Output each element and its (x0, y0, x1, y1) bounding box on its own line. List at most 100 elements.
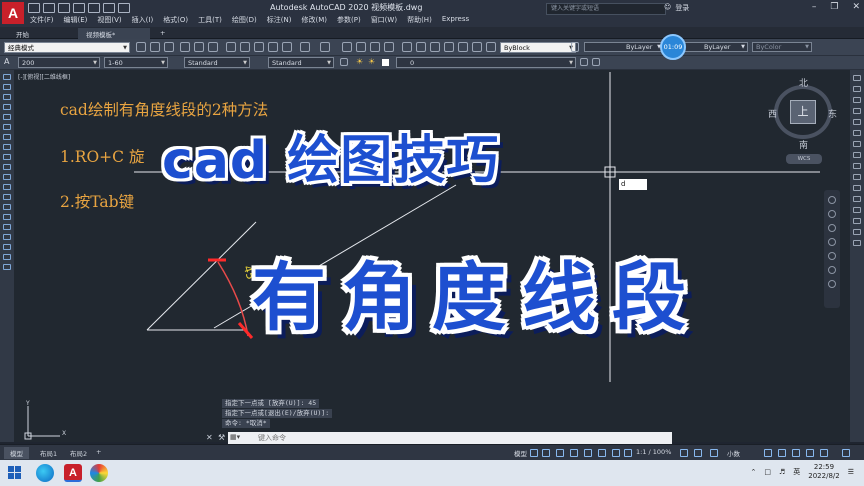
erase-icon[interactable] (853, 75, 861, 81)
annotation-scale[interactable]: 1:1 / 100% (636, 448, 671, 456)
region-icon[interactable] (3, 234, 11, 240)
showmotion-icon[interactable] (828, 252, 836, 260)
linetype-dropdown[interactable]: ByLayer▼ (584, 42, 664, 52)
redo-icon[interactable] (118, 3, 130, 13)
tool-palettes-icon[interactable] (430, 42, 440, 52)
publish-icon[interactable] (208, 42, 218, 52)
revision-cloud-icon[interactable] (3, 144, 11, 150)
break-icon[interactable] (853, 196, 861, 202)
minimize-icon[interactable]: – (812, 2, 817, 12)
ortho-icon[interactable] (556, 449, 564, 457)
menu-express[interactable]: Express (442, 15, 469, 25)
copy-icon[interactable] (240, 42, 250, 52)
units-display[interactable]: 小数 (727, 448, 740, 458)
menu-help[interactable]: 帮助(H) (407, 15, 432, 25)
make-block-icon[interactable] (3, 194, 11, 200)
customization-menu-icon[interactable] (842, 449, 850, 457)
zoom-previous-icon[interactable] (384, 42, 394, 52)
polygon-icon[interactable] (3, 104, 11, 110)
dim-scale-dropdown[interactable]: 1-60 ▼ (104, 57, 168, 68)
text-style-icon[interactable]: A (4, 57, 9, 66)
lineweight-icon[interactable] (612, 449, 620, 457)
selection-cycling-icon[interactable] (624, 449, 632, 457)
print-icon[interactable] (180, 42, 190, 52)
annotation-scale-dropdown[interactable]: 200 ▼ (18, 57, 100, 68)
open-icon[interactable] (150, 42, 160, 52)
paste-icon[interactable] (254, 42, 264, 52)
notifications-icon[interactable]: ☰ (848, 468, 854, 476)
stretch-icon[interactable] (853, 163, 861, 169)
volume-icon[interactable]: ♬ (779, 468, 785, 476)
snap-icon[interactable] (542, 449, 550, 457)
menu-window[interactable]: 窗口(W) (371, 15, 397, 25)
move-icon[interactable] (853, 130, 861, 136)
rotate-icon[interactable] (853, 141, 861, 147)
pan-icon[interactable] (342, 42, 352, 52)
pan-icon[interactable] (828, 210, 836, 218)
add-tab-button[interactable]: + (152, 28, 173, 39)
chamfer-icon[interactable] (853, 218, 861, 224)
layer-lock-icon[interactable]: ☀ (368, 57, 375, 66)
autocad-taskbar-icon[interactable]: A (64, 464, 82, 482)
scale-icon[interactable] (853, 152, 861, 158)
zoom-extents-icon[interactable] (828, 224, 836, 232)
print-icon[interactable] (88, 3, 100, 13)
rectangle-icon[interactable] (3, 114, 11, 120)
compass-east[interactable]: 东 (828, 107, 837, 120)
screen-recorder-icon[interactable] (90, 464, 108, 482)
tab-drawing[interactable]: 视频模板* (78, 28, 150, 39)
network-icon[interactable]: □ (764, 468, 771, 476)
quickcalc-icon[interactable] (472, 42, 482, 52)
zoom-window-icon[interactable] (370, 42, 380, 52)
navbar-settings-icon[interactable] (828, 266, 836, 274)
restore-icon[interactable]: ❐ (830, 2, 838, 12)
layer-color-icon[interactable] (382, 59, 389, 66)
menu-file[interactable]: 文件(F) (30, 15, 54, 25)
layer-dropdown[interactable]: 0 ▼ (396, 57, 576, 68)
tab-start[interactable]: 开始 (8, 28, 37, 39)
steering-wheel-icon[interactable] (828, 196, 836, 204)
multiline-text-icon[interactable] (3, 254, 11, 260)
ellipse-icon[interactable] (3, 164, 11, 170)
orbit-icon[interactable] (828, 238, 836, 246)
osnap-icon[interactable] (584, 449, 592, 457)
block-editor-icon[interactable] (282, 42, 292, 52)
hatch-icon[interactable] (3, 214, 11, 220)
make-current-icon[interactable] (580, 58, 588, 66)
undo-icon[interactable] (300, 42, 310, 52)
close-icon[interactable]: ✕ (852, 2, 860, 12)
spline-icon[interactable] (3, 154, 11, 160)
viewcube[interactable]: 北 南 东 西 上 WCS (766, 76, 842, 174)
new-icon[interactable] (136, 42, 146, 52)
trim-icon[interactable] (853, 174, 861, 180)
menu-dimension[interactable]: 标注(N) (267, 15, 292, 25)
edge-browser-icon[interactable] (36, 464, 54, 482)
command-prompt-icon[interactable]: ▦▾ (230, 433, 240, 441)
command-input[interactable] (258, 432, 658, 444)
ime-indicator[interactable]: 英 (793, 467, 800, 477)
plot-style-dropdown[interactable]: ByColor ▼ (752, 42, 812, 52)
save-icon[interactable] (58, 3, 70, 13)
save-as-icon[interactable] (73, 3, 85, 13)
customize-icon[interactable]: ⚒ (218, 433, 225, 442)
menu-draw[interactable]: 绘图(D) (232, 15, 257, 25)
cut-icon[interactable] (226, 42, 236, 52)
tab-layout1[interactable]: 布局1 (40, 448, 57, 458)
quick-properties-icon[interactable] (764, 449, 772, 457)
add-selected-icon[interactable] (3, 264, 11, 270)
tab-layout2[interactable]: 布局2 (70, 448, 87, 458)
match-properties-icon[interactable] (268, 42, 278, 52)
workspace-switch-icon[interactable] (710, 449, 718, 457)
add-scale-icon[interactable] (694, 449, 702, 457)
properties-icon[interactable] (402, 42, 412, 52)
dim-style-dropdown[interactable]: Standard ▼ (268, 57, 334, 68)
sheet-set-icon[interactable] (444, 42, 454, 52)
mirror-icon[interactable] (853, 97, 861, 103)
redo-icon[interactable] (320, 42, 330, 52)
save-icon[interactable] (164, 42, 174, 52)
user-icon[interactable]: ☺ (664, 3, 671, 13)
point-icon[interactable] (3, 204, 11, 210)
otrack-icon[interactable] (598, 449, 606, 457)
extend-icon[interactable] (853, 185, 861, 191)
clean-screen-icon[interactable] (820, 449, 828, 457)
